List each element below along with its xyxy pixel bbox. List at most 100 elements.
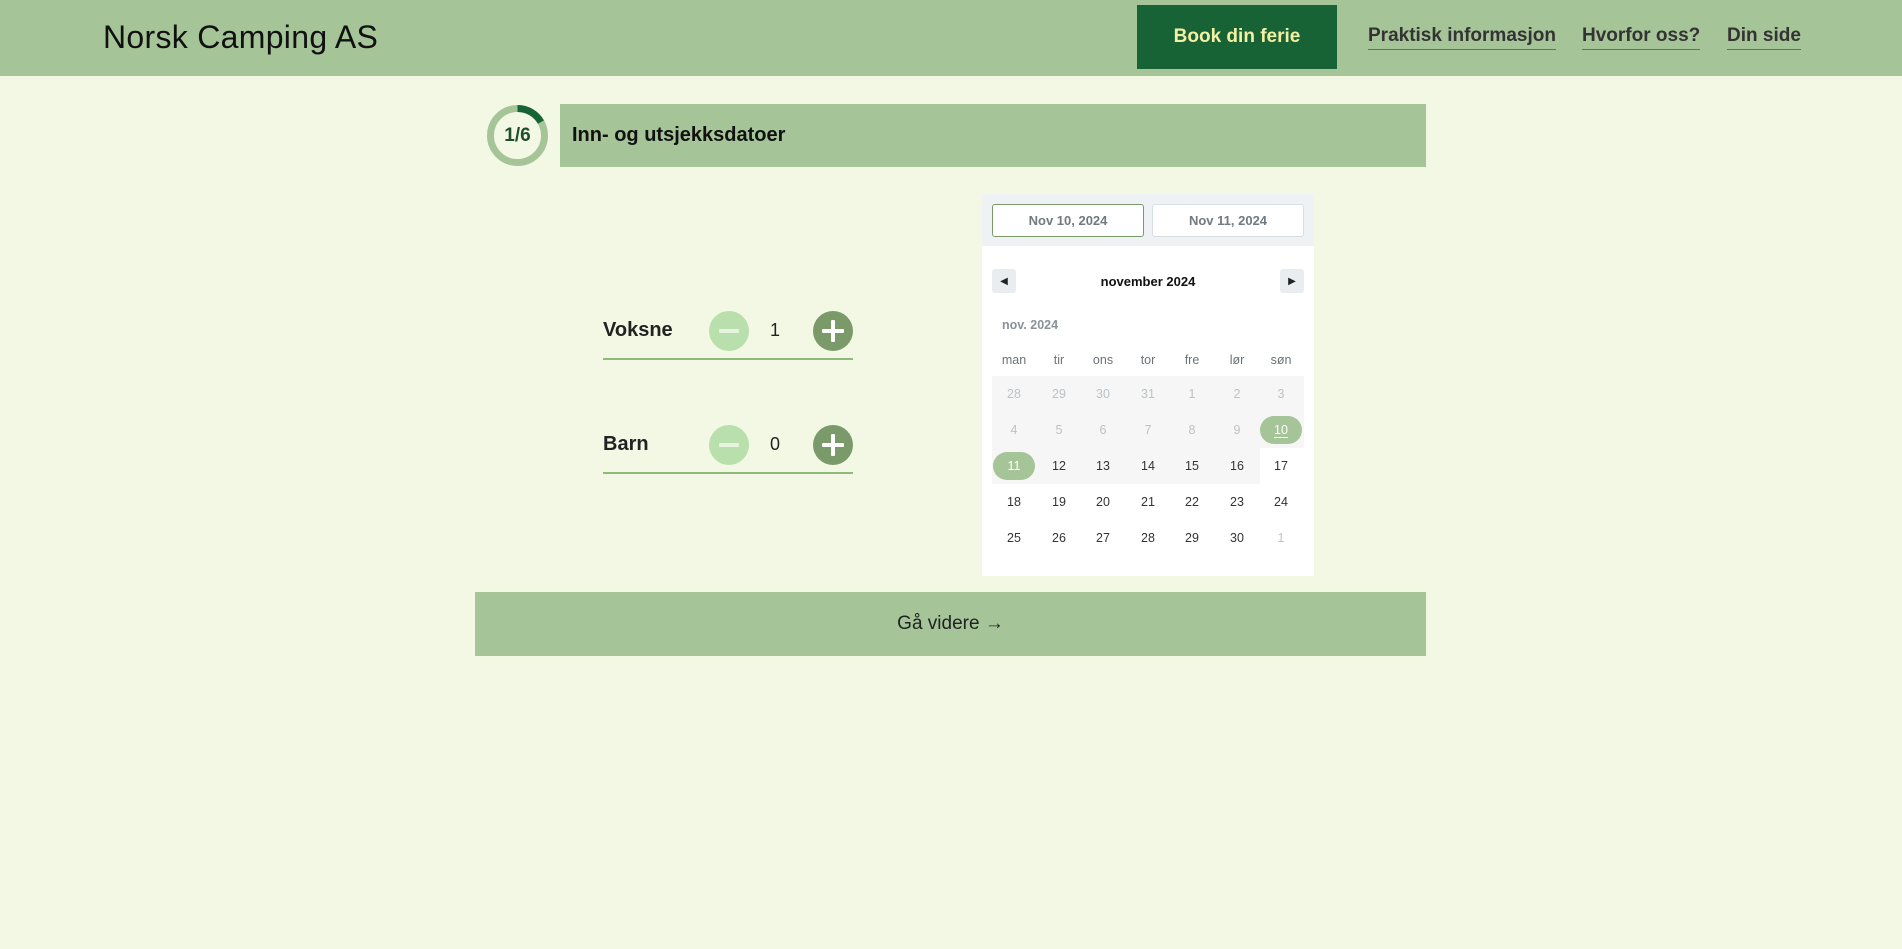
calendar-day-number: 1: [1277, 531, 1285, 545]
weekday-label: fre: [1184, 353, 1200, 367]
calendar-day[interactable]: 30: [1216, 524, 1258, 552]
adults-plus-button[interactable]: [813, 311, 853, 351]
calendar-day-number: 4: [1010, 423, 1018, 437]
brand-logo-text[interactable]: Norsk Camping AS: [103, 19, 378, 56]
calendar-day[interactable]: 19: [1038, 488, 1080, 516]
calendar-day-number: 22: [1185, 495, 1199, 509]
calendar-day-number: 18: [1007, 495, 1021, 509]
calendar-day[interactable]: 11: [993, 452, 1035, 480]
calendar-day[interactable]: 8: [1171, 416, 1213, 444]
step-progress-ring: 1/6: [486, 104, 549, 167]
calendar-day[interactable]: 7: [1127, 416, 1169, 444]
calendar-day-number: 30: [1096, 387, 1110, 401]
calendar-day[interactable]: 25: [993, 524, 1035, 552]
calendar-day[interactable]: 21: [1127, 488, 1169, 516]
calendar-day-number: 8: [1188, 423, 1196, 437]
calendar-day[interactable]: 2: [1216, 380, 1258, 408]
calendar-day-number: 10: [1274, 422, 1288, 438]
children-label: Barn: [603, 433, 649, 455]
weekday-label: tor: [1140, 353, 1156, 367]
calendar-day[interactable]: 30: [1082, 380, 1124, 408]
nav-my-page[interactable]: Din side: [1727, 25, 1801, 50]
book-holiday-button[interactable]: Book din ferie: [1137, 5, 1337, 69]
calendar-day[interactable]: 12: [1038, 452, 1080, 480]
calendar-day-number: 23: [1230, 495, 1244, 509]
calendar-day-number: 29: [1185, 531, 1199, 545]
calendar-day[interactable]: 28: [993, 380, 1035, 408]
calendar-day[interactable]: 28: [1127, 524, 1169, 552]
calendar-day-number: 19: [1052, 495, 1066, 509]
calendar-day[interactable]: 18: [993, 488, 1035, 516]
calendar-day[interactable]: 24: [1260, 488, 1302, 516]
children-plus-button[interactable]: [813, 425, 853, 465]
nav-why-us[interactable]: Hvorfor oss?: [1582, 25, 1701, 50]
calendar-day[interactable]: 26: [1038, 524, 1080, 552]
calendar-day-number: 24: [1274, 495, 1288, 509]
calendar-day[interactable]: 16: [1216, 452, 1258, 480]
calendar-day-number: 26: [1052, 531, 1066, 545]
next-month-icon[interactable]: ▶: [1280, 269, 1304, 293]
calendar-day[interactable]: 22: [1171, 488, 1213, 516]
calendar-day[interactable]: 1: [1260, 524, 1302, 552]
calendar-day-number: 20: [1096, 495, 1110, 509]
calendar-day[interactable]: 6: [1082, 416, 1124, 444]
calendar-day-number: 6: [1099, 423, 1107, 437]
calendar-day-number: 17: [1274, 459, 1288, 473]
calendar-month-label: november 2024: [1100, 274, 1196, 289]
adults-counter: Voksne 1: [603, 303, 853, 360]
checkin-date-input[interactable]: Nov 10, 2024: [992, 204, 1144, 237]
calendar-day-number: 30: [1230, 531, 1244, 545]
calendar-day-number: 12: [1052, 459, 1066, 473]
calendar-day-number: 13: [1096, 459, 1110, 473]
calendar-day[interactable]: 29: [1171, 524, 1213, 552]
calendar-day-number: 25: [1007, 531, 1021, 545]
calendar-day[interactable]: 20: [1082, 488, 1124, 516]
calendar-day[interactable]: 10: [1260, 416, 1302, 444]
calendar-day[interactable]: 13: [1082, 452, 1124, 480]
calendar-day[interactable]: 15: [1171, 452, 1213, 480]
calendar-day-number: 29: [1052, 387, 1066, 401]
calendar-day-number: 1: [1188, 387, 1196, 401]
weekday-label: tir: [1053, 353, 1065, 367]
checkout-date-input[interactable]: Nov 11, 2024: [1152, 204, 1304, 237]
calendar-day-number: 28: [1007, 387, 1021, 401]
calendar-day-number: 21: [1141, 495, 1155, 509]
calendar-day[interactable]: 27: [1082, 524, 1124, 552]
calendar-day-number: 7: [1144, 423, 1152, 437]
children-minus-button[interactable]: [709, 425, 749, 465]
calendar-day-number: 9: [1233, 423, 1241, 437]
calendar-day[interactable]: 14: [1127, 452, 1169, 480]
calendar-day-number: 14: [1141, 459, 1155, 473]
adults-minus-button[interactable]: [709, 311, 749, 351]
weekday-label: lør: [1229, 353, 1245, 367]
calendar-day[interactable]: 23: [1216, 488, 1258, 516]
continue-button[interactable]: Gå videre →: [475, 592, 1426, 656]
step-title-bar: Inn- og utsjekksdatoer: [560, 104, 1426, 167]
calendar-sub-label: nov. 2024: [1002, 318, 1059, 332]
calendar-day[interactable]: 17: [1260, 452, 1302, 480]
calendar-day[interactable]: 1: [1171, 380, 1213, 408]
calendar-day[interactable]: 3: [1260, 380, 1302, 408]
calendar-day[interactable]: 9: [1216, 416, 1258, 444]
nav-practical-info[interactable]: Praktisk informasjon: [1368, 25, 1556, 50]
calendar-day-number: 31: [1141, 387, 1155, 401]
calendar-day[interactable]: 4: [993, 416, 1035, 444]
children-value: 0: [769, 434, 780, 454]
children-counter: Barn 0: [603, 417, 853, 474]
step-title: Inn- og utsjekksdatoer: [572, 124, 786, 146]
calendar-day-number: 2: [1233, 387, 1241, 401]
adults-label: Voksne: [603, 319, 673, 341]
calendar-day-number: 16: [1230, 459, 1244, 473]
weekday-label: søn: [1270, 353, 1292, 367]
calendar-day-number: 15: [1185, 459, 1199, 473]
calendar-day[interactable]: 31: [1127, 380, 1169, 408]
date-inputs-bar: Nov 10, 2024 Nov 11, 2024: [982, 194, 1314, 246]
date-range-picker: Nov 10, 2024 Nov 11, 2024 ◀ november 202…: [982, 194, 1314, 576]
calendar-day[interactable]: 29: [1038, 380, 1080, 408]
adults-value: 1: [769, 320, 780, 340]
calendar-day-number: 5: [1055, 423, 1063, 437]
calendar-day[interactable]: 5: [1038, 416, 1080, 444]
weekday-label: man: [1001, 353, 1027, 367]
prev-month-icon[interactable]: ◀: [992, 269, 1016, 293]
calendar-day-number: 11: [1007, 459, 1021, 473]
